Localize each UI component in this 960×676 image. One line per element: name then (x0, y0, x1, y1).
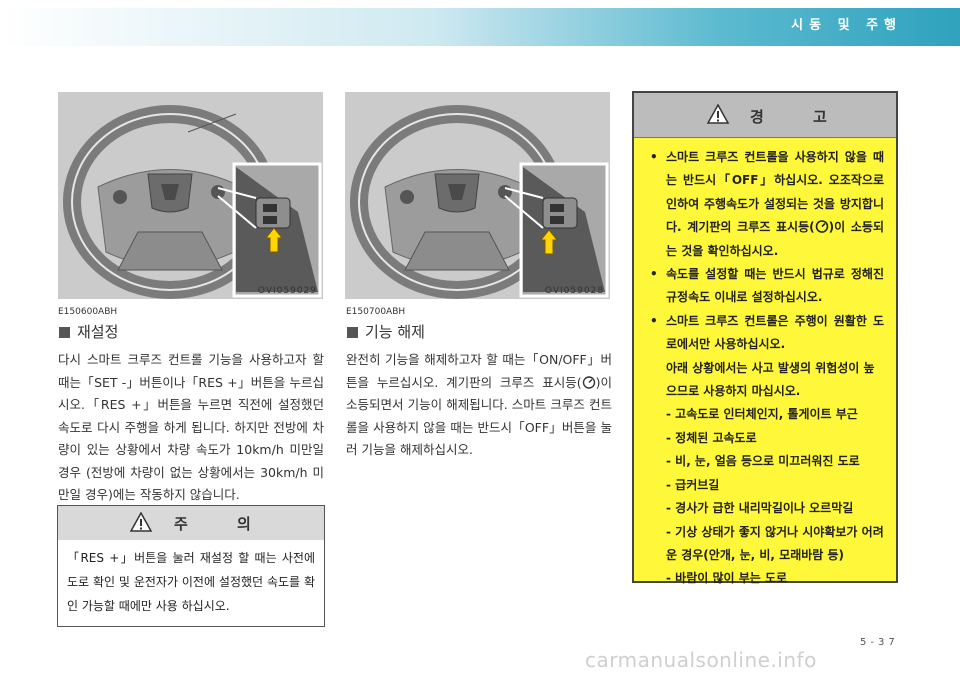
warning-item-text: 속도를 설정할 때는 반드시 법규로 정해진 규정속도 이내로 설정하십시오. (666, 267, 884, 305)
caution-body: 「RES +」버튼을 눌러 재설정 할 때는 사전에 도로 확인 및 운전자가 … (58, 540, 324, 618)
header-band: 시동 및 주행 (0, 0, 960, 46)
page-number: 5-37 (860, 637, 899, 648)
warning-sub-item: - 바람이 많이 부는 도로 (666, 571, 788, 586)
warning-sub-intro: 아래 상황에서는 사고 발생의 위험성이 높으므로 사용하지 마십시오. (666, 360, 875, 399)
warning-sub-item: - 급커브길 (666, 477, 720, 492)
steering-wheel-illustration (345, 92, 610, 299)
section-title-resume: 재설정 (59, 321, 118, 342)
warning-sub-item: - 고속도로 인터체인지, 톨게이트 부근 (666, 407, 858, 422)
section-bullet-square (347, 327, 358, 338)
watermark: carmanualsonline.info (585, 648, 817, 672)
cruise-indicator-icon (582, 375, 595, 389)
caution-text: 「RES +」버튼을 눌러 재설정 할 때는 사전에 도로 확인 및 운전자가 … (67, 551, 315, 613)
figure-code: OVI059028 (544, 286, 604, 296)
section-title-text: 재설정 (77, 323, 119, 341)
cancel-body: 완전히 기능을 해제하고자 할 때는「ON/OFF」버튼을 누르십시오. 계기판… (346, 349, 612, 462)
figure-steering-cancel: OVI059028 (345, 92, 610, 299)
warning-triangle-icon (707, 104, 729, 124)
warning-item: • 스마트 크루즈 컨트롤을 사용하지 않을 때는 반드시「OFF」하십시오. 오… (648, 146, 884, 263)
warning-item: • 속도를 설정할 때는 반드시 법규로 정해진 규정속도 이내로 설정하십시오. (648, 263, 884, 310)
section-title-cancel: 기능 해제 (347, 321, 425, 342)
bullet-dot: • (650, 313, 658, 328)
section-code: E150600ABH (58, 307, 118, 317)
resume-paragraph: 다시 스마트 크루즈 컨트롤 기능을 사용하고자 할 때는「SET -」버튼이나… (58, 352, 324, 502)
cruise-indicator-icon (815, 220, 828, 234)
cancel-paragraph: 완전히 기능을 해제하고자 할 때는「ON/OFF」버튼을 누르십시오. 계기판… (346, 349, 612, 462)
warning-label: 경 고 (750, 108, 849, 126)
bullet-dot: • (650, 267, 658, 282)
warning-sub-item: - 비, 눈, 얼음 등으로 미끄러워진 도로 (666, 454, 860, 469)
caution-box: 주 의 「RES +」버튼을 눌러 재설정 할 때는 사전에 도로 확인 및 운… (57, 505, 325, 627)
caution-header: 주 의 (58, 506, 324, 540)
resume-body: 다시 스마트 크루즈 컨트롤 기능을 사용하고자 할 때는「SET -」버튼이나… (58, 349, 324, 507)
warning-item: • 스마트 크루즈 컨트롤은 주행이 원활한 도로에서만 사용하십시오. 아래 상… (648, 310, 884, 591)
bullet-dot: • (650, 150, 658, 164)
warning-list: • 스마트 크루즈 컨트롤을 사용하지 않을 때는 반드시「OFF」하십시오. 오… (634, 138, 896, 591)
section-title-text: 기능 해제 (365, 323, 425, 341)
warning-sub-item: - 기상 상태가 좋지 않거나 시야확보가 어려운 경우(안개, 눈, 비, 모… (666, 524, 884, 562)
cancel-text-part1: 완전히 기능을 해제하고자 할 때는「ON/OFF」버튼을 누르십시오. 계기판… (346, 352, 612, 390)
warning-sub-item: - 정체된 고속도로 (666, 430, 757, 445)
caution-triangle-icon (130, 512, 152, 532)
figure-steering-resume: OVI059029 (58, 92, 323, 299)
figure-code: OVI059029 (257, 286, 317, 296)
caution-label: 주 의 (174, 515, 273, 533)
chapter-title: 시동 및 주행 (791, 18, 902, 33)
section-code: E150700ABH (346, 307, 406, 317)
warning-header: 경 고 (634, 93, 896, 138)
section-bullet-square (59, 327, 70, 338)
steering-wheel-illustration (58, 92, 323, 299)
warning-box: 경 고 • 스마트 크루즈 컨트롤을 사용하지 않을 때는 반드시「OFF」하십시… (632, 91, 898, 585)
warning-sub-item: - 경사가 급한 내리막길이나 오르막길 (666, 501, 854, 516)
warning-item-text: 스마트 크루즈 컨트롤은 주행이 원활한 도로에서만 사용하십시오. (666, 313, 884, 352)
